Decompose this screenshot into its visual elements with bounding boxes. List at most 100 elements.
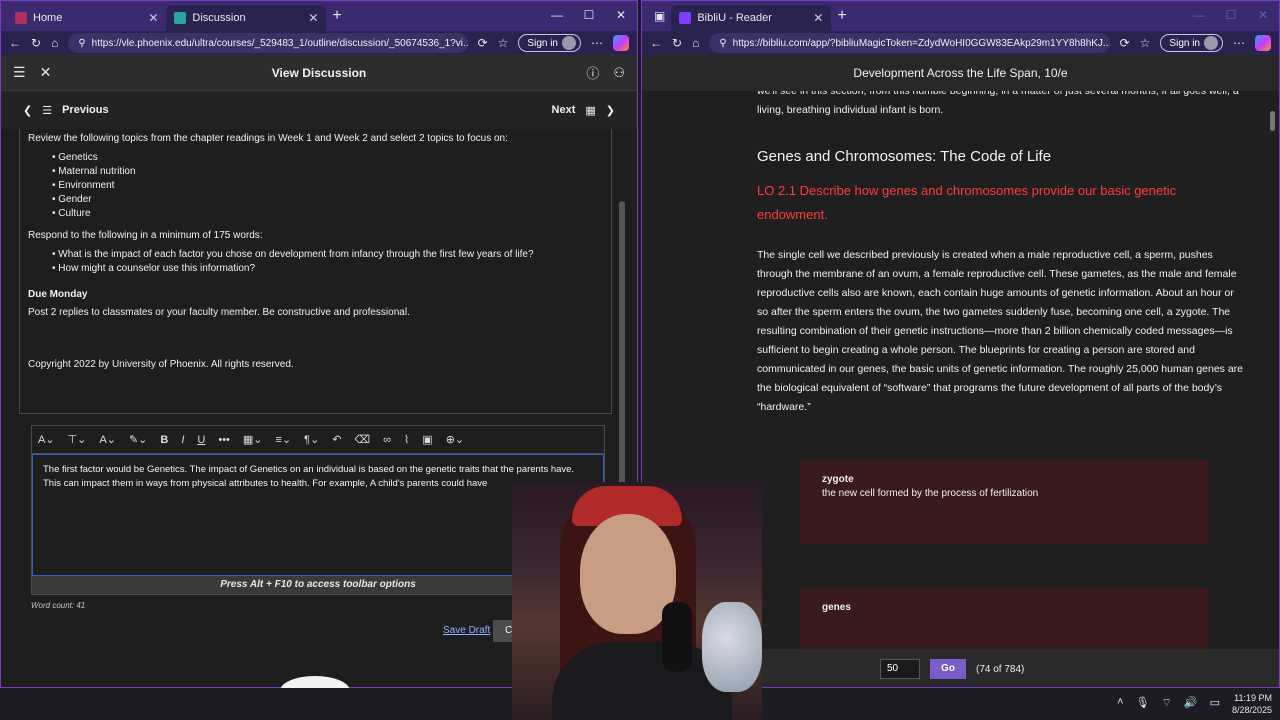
signin-label: Sign in [527, 37, 558, 49]
volume-icon[interactable]: 🔊 [1184, 696, 1198, 710]
copilot-icon[interactable] [1255, 35, 1271, 51]
more-format-icon[interactable]: ••• [218, 434, 230, 446]
text-style-icon[interactable]: A⌄ [38, 433, 55, 446]
paragraph-format-icon[interactable]: ⊤⌄ [68, 433, 87, 446]
align-icon[interactable]: ≡⌄ [276, 433, 292, 446]
tab-discussion[interactable]: Discussion ✕ [166, 5, 327, 31]
discussion-prompt: Review the following topics from the cha… [19, 129, 612, 414]
wifi-icon[interactable]: ⌔ [1162, 696, 1172, 710]
microphone [662, 602, 692, 672]
chevron-up-icon[interactable]: ˄ [1117, 696, 1123, 710]
eraser-icon[interactable]: ⌫ [355, 433, 371, 446]
save-draft-link[interactable]: Save Draft [443, 625, 490, 636]
new-tab-button[interactable]: + [332, 7, 341, 25]
url-field[interactable]: ⚲ https://bibliu.com/app/?bibliuMagicTok… [709, 33, 1110, 53]
url-text: https://bibliu.com/app/?bibliuMagicToken… [732, 37, 1110, 49]
signin-button[interactable]: Sign in [518, 34, 581, 52]
list-item: Environment [52, 179, 603, 193]
copilot-icon[interactable] [613, 35, 629, 51]
page-input[interactable]: 50 [880, 659, 920, 679]
due-heading: Due Monday [28, 289, 88, 300]
attach-icon[interactable]: ⌇ [404, 433, 409, 446]
undo-icon[interactable]: ↶ [332, 433, 341, 446]
maximize-icon[interactable]: ☐ [1215, 1, 1247, 31]
close-window-icon[interactable]: ✕ [1247, 1, 1279, 31]
close-tab-icon[interactable]: ✕ [813, 11, 823, 25]
bibliu-logo-icon [679, 12, 692, 24]
chevron-left-icon: ❮ [23, 104, 33, 117]
refresh-icon[interactable]: ↻ [672, 36, 682, 50]
go-button[interactable]: Go [930, 659, 966, 679]
extensions-icon[interactable]: ⟳ [1120, 36, 1130, 50]
avatar [562, 36, 576, 50]
insert-icon[interactable]: ⊕⌄ [446, 433, 464, 446]
minimize-icon[interactable]: — [541, 1, 573, 31]
image-icon[interactable]: ▣ [422, 433, 432, 446]
phoenix-logo-icon [15, 12, 27, 24]
site-info-icon[interactable]: ⚲ [78, 38, 85, 49]
home-icon[interactable]: ⌂ [51, 36, 58, 50]
highlight-icon[interactable]: ✎⌄ [129, 433, 147, 446]
address-bar-row: ← ↻ ⌂ ⚲ https://vle.phoenix.edu/ultra/co… [1, 31, 637, 55]
underline-icon[interactable]: U [197, 434, 205, 446]
signin-button[interactable]: Sign in [1160, 34, 1223, 52]
microphone-icon[interactable]: 🎙 [1136, 696, 1150, 710]
window-controls: — ☐ ✕ [1183, 1, 1279, 31]
site-info-icon[interactable]: ⚲ [719, 38, 726, 49]
list-item: Maternal nutrition [52, 165, 603, 179]
close-tab-icon[interactable]: ✕ [308, 11, 318, 25]
extensions-icon[interactable]: ⟳ [478, 36, 488, 50]
tab-actions-icon[interactable]: ▣ [654, 9, 665, 23]
maximize-icon[interactable]: ☐ [573, 1, 605, 31]
list-item: How might a counselor use this informati… [52, 262, 603, 276]
previous-button[interactable]: ❮ ☰ Previous [23, 104, 109, 117]
top-partial-text: we'll see in this section, from this hum… [757, 91, 1239, 116]
info-icon[interactable]: ⓘ [586, 63, 599, 82]
table-icon[interactable]: ▦⌄ [243, 433, 263, 446]
close-tab-icon[interactable]: ✕ [148, 11, 158, 25]
bold-icon[interactable]: B [160, 434, 168, 446]
right-tab-bar: ▣ BibliU - Reader ✕ + — ☐ ✕ [642, 1, 1279, 31]
next-button[interactable]: Next ▦ ❯ [552, 104, 615, 117]
copyright: Copyright 2022 by University of Phoenix.… [28, 359, 294, 370]
minimize-icon[interactable]: — [1183, 1, 1215, 31]
favorites-icon[interactable]: ☆ [498, 36, 509, 50]
scrollbar[interactable] [1270, 111, 1275, 131]
link-icon[interactable]: ∞ [383, 434, 391, 446]
url-field[interactable]: ⚲ https://vle.phoenix.edu/ultra/courses/… [68, 33, 468, 53]
favorites-icon[interactable]: ☆ [1140, 36, 1151, 50]
close-icon[interactable]: ✕ [40, 64, 52, 81]
home-icon[interactable]: ⌂ [692, 36, 699, 50]
menu-icon[interactable]: ☰ [13, 64, 26, 81]
avatar [1204, 36, 1218, 50]
reply-text: The first factor would be Genetics. The … [43, 464, 575, 489]
clock[interactable]: 11:19 PM 8/28/2025 [1232, 692, 1272, 716]
discussion-header: ☰ ✕ View Discussion ⓘ ⚇ [1, 55, 637, 91]
refresh-icon[interactable]: ↻ [31, 36, 41, 50]
italic-icon[interactable]: I [181, 434, 184, 446]
page-count: (74 of 784) [976, 663, 1025, 675]
prompt-intro: Review the following topics from the cha… [28, 133, 508, 144]
more-icon[interactable]: ⋯ [591, 36, 603, 50]
list-item: Genetics [52, 151, 603, 165]
glossary-zygote: zygote the new cell formed by the proces… [800, 460, 1208, 544]
font-size-icon[interactable]: A⌄ [99, 433, 116, 446]
list-item: What is the impact of each factor you ch… [52, 248, 603, 262]
tab-label: BibliU - Reader [697, 12, 772, 24]
more-icon[interactable]: ⋯ [1233, 36, 1245, 50]
word-count: Word count: 41 [31, 601, 86, 610]
list-item: Gender [52, 193, 603, 207]
back-icon[interactable]: ← [650, 36, 662, 50]
question-list: What is the impact of each factor you ch… [52, 248, 603, 276]
close-window-icon[interactable]: ✕ [605, 1, 637, 31]
next-label: Next [551, 104, 576, 116]
battery-icon[interactable]: ▭ [1210, 696, 1220, 710]
discussion-nav: ❮ ☰ Previous Next ▦ ❯ [1, 91, 637, 129]
participants-icon[interactable]: ⚇ [613, 65, 625, 81]
section-heading: Genes and Chromosomes: The Code of Life [757, 148, 1052, 165]
tab-bibliu[interactable]: BibliU - Reader ✕ [671, 5, 832, 31]
new-tab-button[interactable]: + [837, 7, 846, 25]
paragraph-icon[interactable]: ¶⌄ [304, 433, 319, 446]
tab-home[interactable]: Home ✕ [7, 5, 166, 31]
back-icon[interactable]: ← [9, 36, 21, 50]
